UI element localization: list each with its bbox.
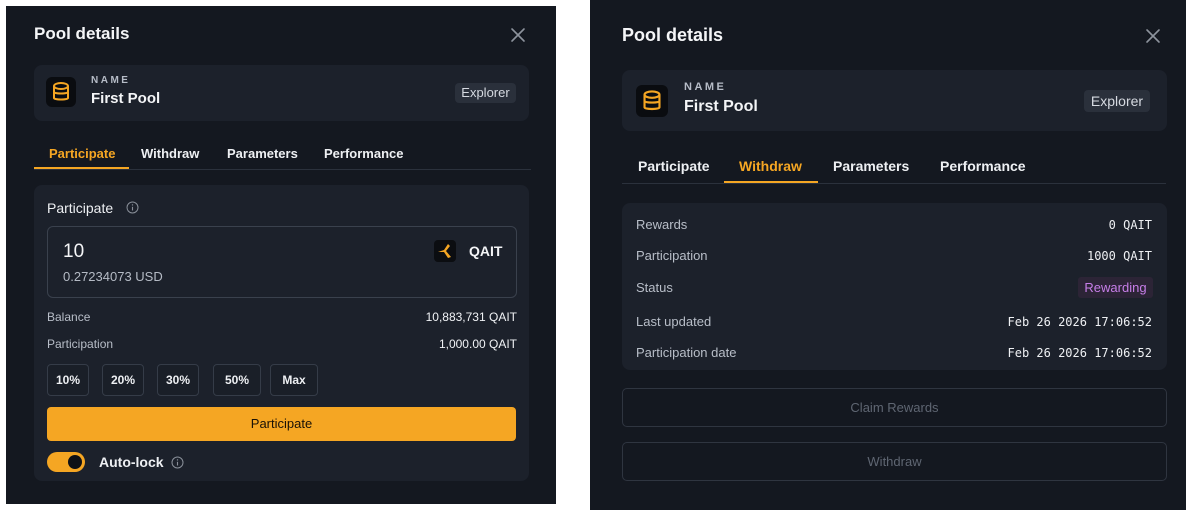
percent-20-button[interactable]: 20% (102, 364, 144, 396)
balance-value: 10,883,731 QAIT (425, 310, 517, 324)
close-icon[interactable] (1144, 27, 1162, 45)
token-symbol: QAIT (469, 243, 503, 259)
tab-withdraw[interactable]: Withdraw (141, 146, 199, 161)
participate-section-title: Participate (47, 200, 114, 216)
tab-bar: Participate Withdraw Parameters Performa… (622, 158, 1166, 184)
participation-value: 1,000.00 QAIT (438, 337, 517, 351)
tab-participate[interactable]: Participate (49, 146, 115, 161)
name-label: NAME (684, 81, 727, 93)
close-icon[interactable] (509, 26, 527, 44)
last-updated-label: Last updated (636, 314, 712, 329)
tab-performance[interactable]: Performance (940, 158, 1026, 174)
explorer-button[interactable]: Explorer (1084, 90, 1150, 112)
pool-details-panel-participate: Pool details NAME First Pool Explorer Pa… (6, 6, 556, 504)
withdraw-info-card: Rewards 0 QAIT Participation 1000 QAIT S… (622, 203, 1167, 370)
participation-label: Participation (47, 337, 114, 351)
percent-30-button[interactable]: 30% (157, 364, 199, 396)
claim-rewards-button[interactable]: Claim Rewards (622, 388, 1167, 427)
amount-input[interactable]: 10 0.27234073 USD QAIT (47, 226, 517, 298)
rewards-label: Rewards (636, 217, 688, 232)
active-tab-indicator (724, 181, 818, 183)
last-updated-value: Feb 26 2026 17:06:52 (1007, 315, 1153, 329)
active-tab-indicator (34, 167, 129, 169)
tab-withdraw[interactable]: Withdraw (739, 158, 802, 174)
database-icon (46, 77, 76, 107)
participation-date-value: Feb 26 2026 17:06:52 (1007, 346, 1153, 360)
tab-participate[interactable]: Participate (638, 158, 710, 174)
info-icon[interactable] (171, 456, 184, 469)
explorer-button[interactable]: Explorer (455, 83, 516, 103)
tab-performance[interactable]: Performance (324, 146, 403, 161)
panel-title: Pool details (622, 25, 724, 45)
tab-parameters[interactable]: Parameters (227, 146, 298, 161)
status-label: Status (636, 280, 673, 295)
toggle-knob (68, 455, 82, 469)
participate-card: Participate 10 0.27234073 USD QAIT Balan… (34, 185, 529, 481)
percent-button-group: 10% 20% 30% 50% Max (47, 364, 347, 396)
qait-token-icon (434, 240, 456, 262)
usd-value: 0.27234073 USD (63, 269, 163, 284)
pool-name: First Pool (91, 90, 161, 107)
percent-10-button[interactable]: 10% (47, 364, 89, 396)
percent-50-button[interactable]: 50% (213, 364, 261, 396)
pool-name-card: NAME First Pool Explorer (622, 70, 1167, 131)
participation-label: Participation (636, 248, 708, 263)
pool-details-panel-withdraw: Pool details NAME First Pool Explorer Pa… (590, 0, 1186, 510)
tab-parameters[interactable]: Parameters (833, 158, 909, 174)
balance-label: Balance (47, 310, 91, 324)
tab-bar: Participate Withdraw Parameters Performa… (34, 146, 531, 170)
name-label: NAME (91, 75, 131, 86)
participate-button[interactable]: Participate (47, 407, 516, 441)
database-icon (636, 85, 668, 117)
amount-value[interactable]: 10 (63, 241, 84, 263)
rewards-value: 0 QAIT (1108, 218, 1152, 232)
status-badge: Rewarding (1078, 277, 1153, 298)
withdraw-button[interactable]: Withdraw (622, 442, 1167, 481)
autolock-label: Auto-lock (99, 454, 164, 470)
pool-name: First Pool (684, 98, 758, 115)
panel-title: Pool details (34, 24, 130, 43)
autolock-toggle[interactable] (47, 452, 85, 472)
max-button[interactable]: Max (270, 364, 318, 396)
info-icon[interactable] (126, 201, 139, 214)
participation-value: 1000 QAIT (1086, 249, 1152, 263)
pool-name-card: NAME First Pool Explorer (34, 65, 529, 121)
participation-date-label: Participation date (636, 345, 737, 360)
